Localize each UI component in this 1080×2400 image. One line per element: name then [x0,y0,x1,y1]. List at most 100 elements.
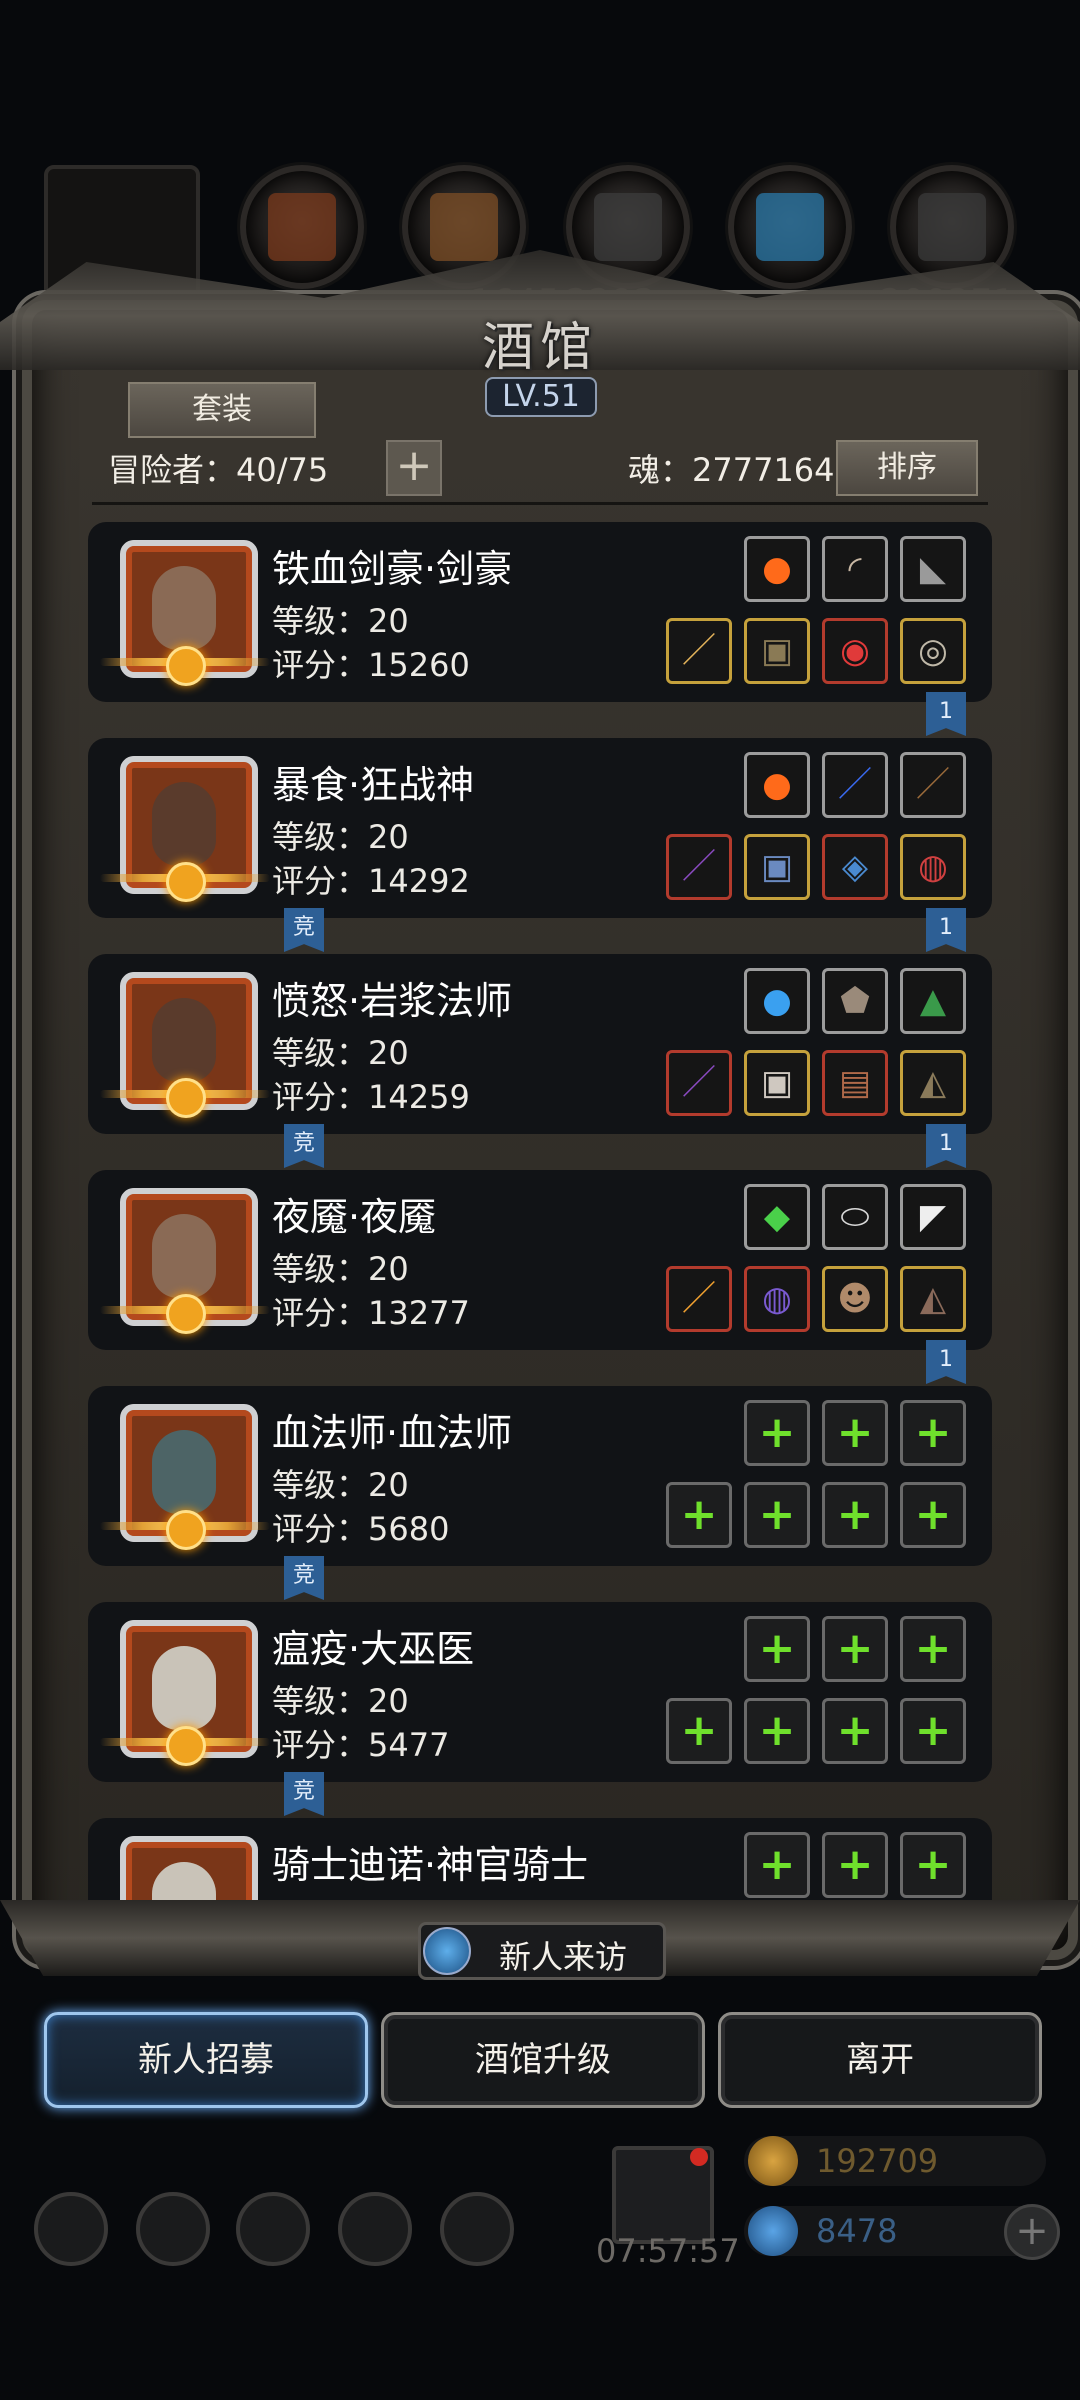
clock-icon [423,1927,471,1975]
hero-card[interactable]: 骑士迪诺·神官骑士 + + + [88,1818,992,1900]
hero-name: 愤怒·岩浆法师 [272,979,513,1023]
gem-counter: 8478 [744,2206,1046,2256]
add-skill-icon[interactable]: + [900,1400,966,1466]
divider [92,502,988,505]
add-equip-icon[interactable]: + [666,1698,732,1764]
helmet-equip-icon[interactable]: ◍ [744,1266,810,1332]
add-capacity-button[interactable]: + [386,440,442,496]
add-skill-icon[interactable]: + [822,1400,888,1466]
add-skill-icon[interactable]: + [744,1832,810,1898]
hero-card[interactable]: 血法师·血法师 等级：20 评分：5680 + + + + + + + [88,1386,992,1566]
hero-name: 血法师·血法师 [272,1411,513,1455]
ring-equip-icon[interactable]: ◎ [900,618,966,684]
hero-score: 评分：14259 [272,1078,470,1116]
map-icon[interactable] [440,2192,514,2266]
armor-equip-icon[interactable]: ▣ [744,618,810,684]
add-equip-icon[interactable]: + [744,1482,810,1548]
arena-flag: 竞 [284,908,324,952]
hero-card[interactable]: 暴食·狂战神 等级：20 评分：14292 ● ／ ／ ／ ▣ ◈ ◍ [88,738,992,918]
add-skill-icon[interactable]: + [900,1832,966,1898]
staff-equip-icon[interactable]: ／ [666,834,732,900]
shield-skill-icon[interactable]: ⬟ [822,968,888,1034]
hero-card[interactable]: 铁血剑豪·剑豪 等级：20 评分：15260 ● ◜ ◣ ／ ▣ ◉ ◎ [88,522,992,702]
add-equip-icon[interactable]: + [666,1482,732,1548]
fire-skill-icon[interactable]: ● [744,752,810,818]
star-badge-icon [166,1726,206,1766]
mail-icon[interactable] [338,2192,412,2266]
tree-skill-icon[interactable]: ▲ [900,968,966,1034]
new-visitor-button[interactable]: 新人来访 [418,1922,666,1980]
gold-icon [748,2136,798,2186]
upgrade-tavern-button[interactable]: 酒馆升级 [381,2012,705,2108]
hero-score: 评分：5680 [272,1510,450,1548]
hero-card[interactable]: 夜魇·夜魇 等级：20 评分：13277 ◆ ⬭ ◤ ／ ◍ ☻ ◭ [88,1170,992,1350]
add-skill-icon[interactable]: + [744,1400,810,1466]
club-skill-icon[interactable]: ／ [900,752,966,818]
helm-equip-icon[interactable]: ◍ [900,834,966,900]
hero-level: 等级：20 [272,818,409,856]
hero-name: 夜魇·夜魇 [272,1195,437,1239]
adventurer-count: 冒险者：40/75 [108,451,329,489]
gold-amount: 192709 [816,2142,939,2180]
hero-list[interactable]: 铁血剑豪·剑豪 等级：20 评分：15260 ● ◜ ◣ ／ ▣ ◉ ◎ 1 暴… [88,518,992,1900]
cape-equip-icon[interactable]: ◭ [900,1266,966,1332]
rank-flag: 1 [926,1340,966,1384]
star-badge-icon [166,646,206,686]
new-visitor-label: 新人来访 [499,1938,628,1976]
recruit-button[interactable]: 新人招募 [44,2012,368,2108]
add-skill-icon[interactable]: + [900,1616,966,1682]
add-skill-icon[interactable]: + [822,1616,888,1682]
gauntlet-equip-icon[interactable]: ◈ [822,834,888,900]
hero-card[interactable]: 瘟疫·大巫医 等级：20 评分：5477 + + + + + + + [88,1602,992,1782]
amulet-equip-icon[interactable]: ◉ [822,618,888,684]
add-skill-icon[interactable]: + [744,1616,810,1682]
star-badge-icon [166,1294,206,1334]
horn-skill-icon[interactable]: ◜ [822,536,888,602]
add-equip-icon[interactable]: + [822,1698,888,1764]
claw-skill-icon[interactable]: ◣ [900,536,966,602]
settings-icon[interactable] [34,2192,108,2266]
add-equip-icon[interactable]: + [822,1482,888,1548]
hero-score: 评分：14292 [272,862,470,900]
star-badge-icon [166,1510,206,1550]
blue-blade-skill-icon[interactable]: ／ [822,752,888,818]
orb-skill-icon[interactable]: ● [744,968,810,1034]
robe-equip-icon[interactable]: ▣ [744,1050,810,1116]
sword-equip-icon[interactable]: ／ [666,618,732,684]
feather-skill-icon[interactable]: ◤ [900,1184,966,1250]
rank-flag: 1 [926,1124,966,1168]
sort-button[interactable]: 排序 [836,440,978,496]
hero-portrait[interactable] [120,1836,258,1900]
add-equip-icon[interactable]: + [900,1698,966,1764]
achievement-icon[interactable] [136,2192,210,2266]
add-equip-icon[interactable]: + [744,1698,810,1764]
wand-equip-icon[interactable]: ／ [666,1050,732,1116]
tome-equip-icon[interactable]: ▤ [822,1050,888,1116]
armor-equip-icon[interactable]: ▣ [744,834,810,900]
arena-flag: 竞 [284,1556,324,1600]
gold-counter: 192709 [744,2136,1046,2186]
rank-flag: 1 [926,692,966,736]
leave-button[interactable]: 离开 [718,2012,1042,2108]
notification-dot [690,2148,708,2166]
panel-title: 酒馆 [481,318,598,378]
stone-skill-icon[interactable]: ⬭ [822,1184,888,1250]
set-button[interactable]: 套装 [128,382,316,438]
fire-skill-icon[interactable]: ● [744,536,810,602]
resource-leather-icon[interactable] [240,165,364,289]
add-equip-icon[interactable]: + [900,1482,966,1548]
add-skill-icon[interactable]: + [822,1832,888,1898]
hero-card[interactable]: 愤怒·岩浆法师 等级：20 评分：14259 ● ⬟ ▲ ／ ▣ ▤ ◭ [88,954,992,1134]
hero-name: 瘟疫·大巫医 [272,1627,475,1671]
green-crystal-skill-icon[interactable]: ◆ [744,1184,810,1250]
hero-level: 等级：20 [272,602,409,640]
cloak-equip-icon[interactable]: ◭ [900,1050,966,1116]
hero-icon[interactable] [236,2192,310,2266]
gift-timer: 07:57:57 [596,2232,740,2270]
resource-crystal-icon[interactable] [728,165,852,289]
arena-flag: 竞 [284,1772,324,1816]
gem-icon [748,2206,798,2256]
add-currency-button[interactable]: + [1004,2204,1060,2260]
dagger-equip-icon[interactable]: ／ [666,1266,732,1332]
mask-equip-icon[interactable]: ☻ [822,1266,888,1332]
